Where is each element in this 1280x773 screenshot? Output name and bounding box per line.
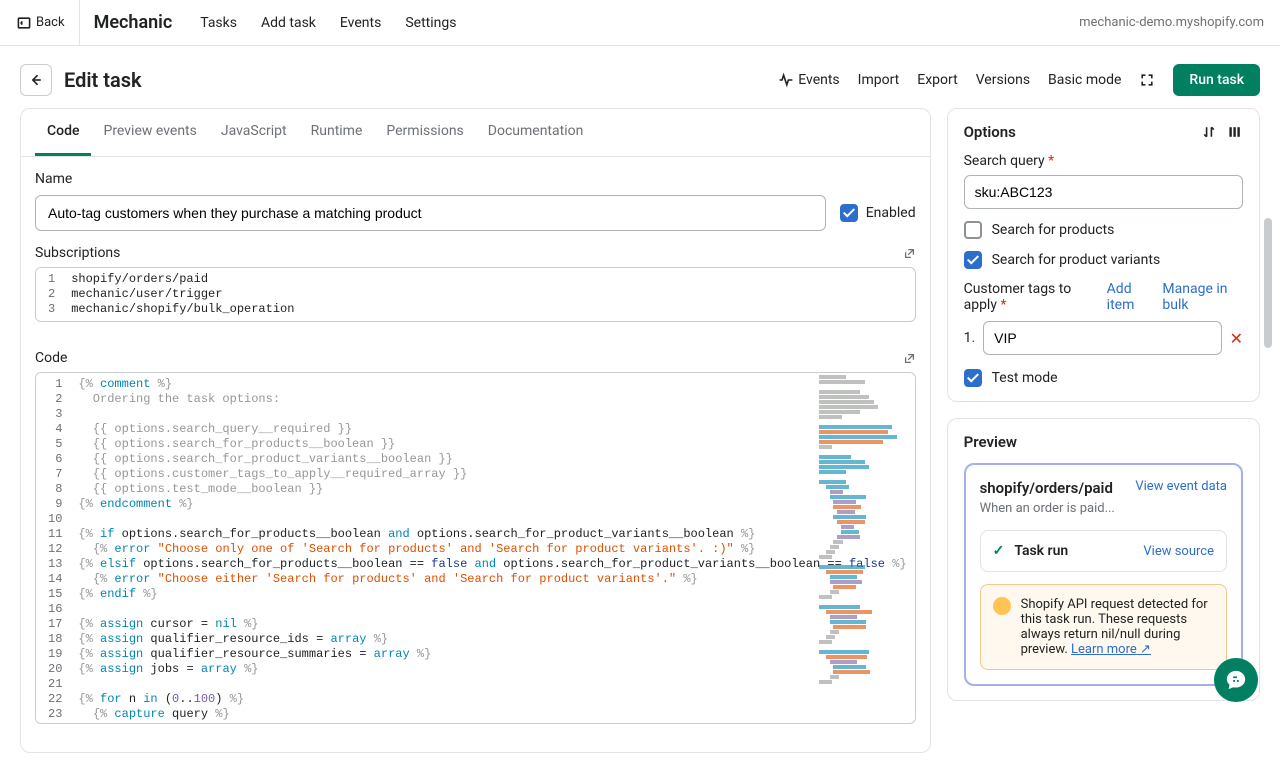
popout-icon[interactable] (903, 247, 916, 260)
remove-tag-icon[interactable]: ✕ (1230, 329, 1243, 348)
help-fab[interactable] (1214, 658, 1258, 702)
chat-icon (1225, 669, 1247, 691)
task-run-label: Task run (1014, 543, 1068, 559)
test-mode-checkbox[interactable] (964, 369, 982, 387)
action-versions[interactable]: Versions (976, 72, 1030, 88)
warning-icon (993, 597, 1011, 615)
nav-add-task[interactable]: Add task (261, 15, 316, 31)
nav-settings[interactable]: Settings (405, 15, 456, 31)
tab-permissions[interactable]: Permissions (374, 109, 475, 156)
back-label: Back (36, 15, 65, 30)
preview-topic: shopify/orders/paid (980, 479, 1113, 497)
shop-domain: mechanic-demo.myshopify.com (1079, 15, 1264, 30)
subscriptions-label: Subscriptions (35, 245, 120, 261)
tags-label: Customer tags to apply * (964, 281, 1095, 313)
enabled-checkbox[interactable] (840, 204, 858, 222)
check-icon: ✓ (993, 543, 1005, 559)
tab-code[interactable]: Code (35, 109, 91, 156)
tag-input[interactable] (983, 321, 1221, 355)
preview-panel: Preview shopify/orders/paid View event d… (947, 418, 1260, 701)
action-import[interactable]: Import (858, 72, 900, 88)
view-source-link[interactable]: View source (1143, 544, 1214, 559)
activity-icon (778, 72, 794, 88)
tab-documentation[interactable]: Documentation (476, 109, 596, 156)
action-basic-mode[interactable]: Basic mode (1048, 72, 1121, 88)
tab-preview-events[interactable]: Preview events (91, 109, 208, 156)
action-events[interactable]: Events (778, 72, 839, 88)
sort-icon[interactable] (1201, 124, 1217, 140)
brand-name: Mechanic (94, 12, 173, 33)
back-button[interactable]: Back (16, 0, 80, 46)
search-query-label: Search query * (964, 153, 1243, 169)
page-back-button[interactable] (20, 64, 52, 96)
preview-description: When an order is paid... (980, 501, 1227, 516)
popout-icon[interactable] (903, 352, 916, 365)
task-name-input[interactable] (35, 195, 826, 231)
columns-icon[interactable] (1227, 124, 1243, 140)
subscriptions-editor[interactable]: 123 shopify/orders/paid mechanic/user/tr… (35, 267, 916, 322)
code-editor[interactable]: 123456789101112131415161718192021222324 … (35, 372, 916, 724)
search-products-label: Search for products (992, 222, 1115, 238)
search-products-checkbox[interactable] (964, 221, 982, 239)
options-panel: Options Search query * Search for produc… (947, 108, 1260, 402)
add-item-link[interactable]: Add item (1107, 281, 1155, 313)
name-label: Name (35, 171, 916, 187)
code-minimap[interactable] (819, 375, 911, 715)
tag-index: 1. (964, 330, 976, 346)
nav-events[interactable]: Events (340, 15, 381, 31)
code-label: Code (35, 350, 67, 366)
learn-more-link[interactable]: Learn more ↗ (1071, 642, 1151, 657)
enabled-label: Enabled (866, 205, 916, 221)
editor-panel: Code Preview events JavaScript Runtime P… (20, 108, 931, 753)
manage-bulk-link[interactable]: Manage in bulk (1162, 281, 1243, 313)
search-variants-checkbox[interactable] (964, 251, 982, 269)
options-title: Options (964, 123, 1016, 141)
action-export[interactable]: Export (917, 72, 957, 88)
page-scrollbar[interactable] (1264, 218, 1272, 348)
preview-title: Preview (964, 433, 1017, 451)
test-mode-label: Test mode (992, 370, 1058, 386)
fullscreen-icon[interactable] (1139, 72, 1155, 88)
tab-javascript[interactable]: JavaScript (209, 109, 299, 156)
page-title: Edit task (64, 68, 142, 92)
nav-tasks[interactable]: Tasks (200, 15, 237, 31)
search-query-input[interactable] (964, 175, 1243, 209)
run-task-button[interactable]: Run task (1173, 64, 1260, 96)
tab-runtime[interactable]: Runtime (299, 109, 375, 156)
back-arrow-icon (16, 15, 32, 31)
view-event-data-link[interactable]: View event data (1135, 479, 1227, 494)
arrow-left-icon (28, 72, 44, 88)
alert-banner: Shopify API request detected for this ta… (980, 584, 1227, 670)
search-variants-label: Search for product variants (992, 252, 1161, 268)
